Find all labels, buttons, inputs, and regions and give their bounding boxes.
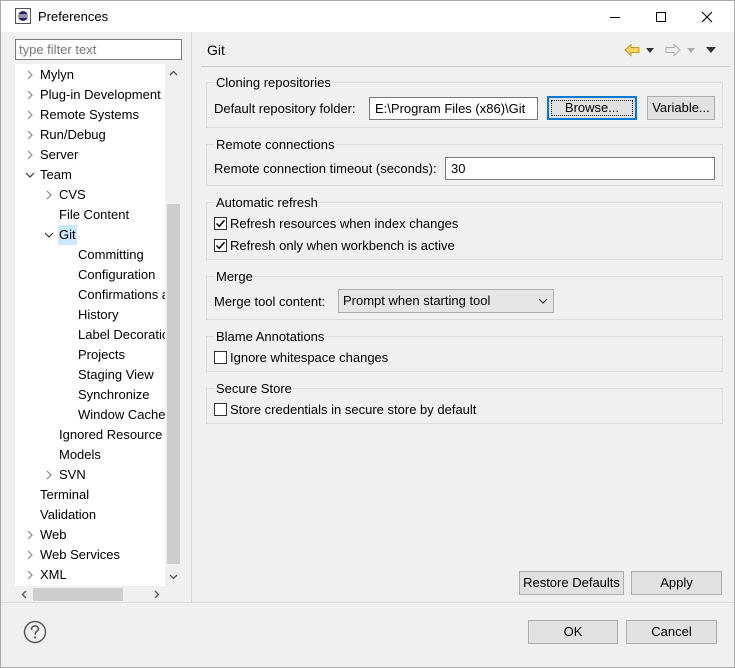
close-icon [701, 11, 713, 22]
close-window-button[interactable] [684, 1, 730, 32]
group-title: Automatic refresh [215, 195, 319, 210]
group-title: Blame Annotations [215, 329, 326, 344]
forward-dropdown-icon[interactable] [687, 41, 695, 59]
page-navigation [621, 41, 721, 59]
merge-tool-label: Merge tool content: [214, 294, 326, 309]
tree-item-label: Synchronize [78, 387, 150, 402]
variable-button[interactable]: Variable... [647, 96, 715, 120]
chevron-right-icon[interactable] [24, 125, 36, 145]
tree-vertical-scrollbar[interactable] [165, 64, 182, 587]
tree-item-label: Web Services [40, 547, 120, 562]
eclipse-icon [15, 8, 31, 24]
group-title: Remote connections [215, 137, 336, 152]
store-credentials-label[interactable]: Store credentials in secure store by def… [230, 402, 476, 417]
chevron-right-icon[interactable] [24, 145, 36, 165]
tree-item-label: Staging View [78, 367, 154, 382]
tree-item-label: Web [40, 527, 67, 542]
title-bar: Preferences [1, 1, 734, 32]
tree-item-label: Window Cache [78, 407, 166, 422]
preference-tree[interactable]: Mylyn Plug-in Development Remote Systems Ru… [15, 64, 182, 587]
tree-item-label: Label Decoratio [78, 327, 170, 342]
store-credentials-checkbox[interactable] [214, 403, 227, 416]
timeout-input[interactable]: 30 [445, 157, 715, 180]
tree-item-label: Mylyn [40, 67, 74, 82]
ignore-whitespace-checkbox[interactable] [214, 351, 227, 364]
view-menu-icon[interactable] [706, 41, 716, 59]
repository-folder-input[interactable]: E:\Program Files (x86)\Git [369, 97, 538, 120]
chevron-right-icon[interactable] [43, 465, 55, 485]
tree-item-label: Committing [78, 247, 144, 262]
dialog-footer [1, 603, 734, 667]
ignore-whitespace-label[interactable]: Ignore whitespace changes [230, 350, 388, 365]
tree-item-label: XML [40, 567, 67, 582]
pane-divider[interactable] [191, 32, 192, 602]
merge-tool-value: Prompt when starting tool [343, 293, 491, 308]
minimize-icon [610, 16, 620, 18]
maximize-icon [656, 11, 666, 22]
chevron-right-icon[interactable] [24, 565, 36, 585]
tree-item-label: File Content [59, 207, 130, 222]
chevron-right-icon[interactable] [24, 545, 36, 565]
tree-item-label: SVN [59, 467, 86, 482]
scroll-right-icon[interactable] [148, 586, 165, 603]
back-dropdown-icon[interactable] [646, 41, 654, 59]
group-title: Cloning repositories [215, 75, 332, 90]
tree-item-label: Server [40, 147, 79, 162]
tree-item-label: Remote Systems [40, 107, 139, 122]
refresh-on-index-label[interactable]: Refresh resources when index changes [230, 216, 458, 231]
apply-button[interactable]: Apply [631, 571, 722, 595]
scrollbar-thumb[interactable] [167, 204, 180, 564]
chevron-right-icon[interactable] [43, 185, 55, 205]
scrollbar-thumb[interactable] [33, 588, 123, 601]
refresh-when-active-checkbox[interactable] [214, 239, 227, 252]
tree-item-label: Terminal [40, 487, 90, 502]
chevron-down-icon[interactable] [24, 165, 36, 185]
tree-item-label: Configuration [78, 267, 156, 282]
scroll-up-icon[interactable] [165, 64, 182, 81]
filter-input[interactable] [15, 39, 182, 60]
chevron-down-icon [538, 290, 548, 312]
tree-item-label: Team [40, 167, 72, 182]
back-arrow-icon[interactable] [624, 41, 640, 59]
tree-item-label: Validation [40, 507, 97, 522]
tree-item-label: Run/Debug [40, 127, 106, 142]
tree-item-label: Ignored Resource [59, 427, 163, 442]
scroll-down-icon[interactable] [165, 568, 182, 585]
restore-defaults-button[interactable]: Restore Defaults [519, 571, 624, 595]
cancel-button[interactable]: Cancel [626, 620, 717, 644]
group-title: Secure Store [215, 381, 293, 396]
tree-item-label: Git [58, 225, 77, 245]
help-icon[interactable] [23, 620, 47, 644]
chevron-right-icon[interactable] [24, 65, 36, 85]
chevron-right-icon[interactable] [24, 85, 36, 105]
group-title: Merge [215, 269, 254, 284]
preferences-dialog: Preferences Mylyn Plug-in Development Remo… [0, 0, 735, 668]
tree-item-label: Models [59, 447, 101, 462]
forward-arrow-icon[interactable] [665, 41, 681, 59]
chevron-right-icon[interactable] [24, 105, 36, 125]
chevron-down-icon[interactable] [43, 225, 55, 245]
tree-item-label: History [78, 307, 119, 322]
ok-button[interactable]: OK [528, 620, 618, 644]
minimize-button[interactable] [592, 1, 638, 32]
folder-label: Default repository folder: [214, 101, 356, 116]
tree-horizontal-scrollbar[interactable] [15, 586, 182, 603]
title-separator [201, 66, 730, 67]
tree-item-label: Confirmations a [78, 287, 170, 302]
chevron-right-icon[interactable] [24, 525, 36, 545]
timeout-label: Remote connection timeout (seconds): [214, 161, 437, 176]
maximize-button[interactable] [638, 1, 684, 32]
page-title: Git [207, 42, 225, 58]
tree-item-label: Projects [78, 347, 125, 362]
tree-item-label: Plug-in Development [40, 87, 161, 102]
refresh-when-active-label[interactable]: Refresh only when workbench is active [230, 238, 455, 253]
refresh-on-index-checkbox[interactable] [214, 217, 227, 230]
tree-item-label: CVS [59, 187, 86, 202]
browse-button[interactable]: Browse... [547, 96, 637, 120]
merge-tool-select[interactable]: Prompt when starting tool [338, 289, 554, 313]
scroll-left-icon[interactable] [15, 586, 32, 603]
window-title: Preferences [38, 9, 109, 24]
